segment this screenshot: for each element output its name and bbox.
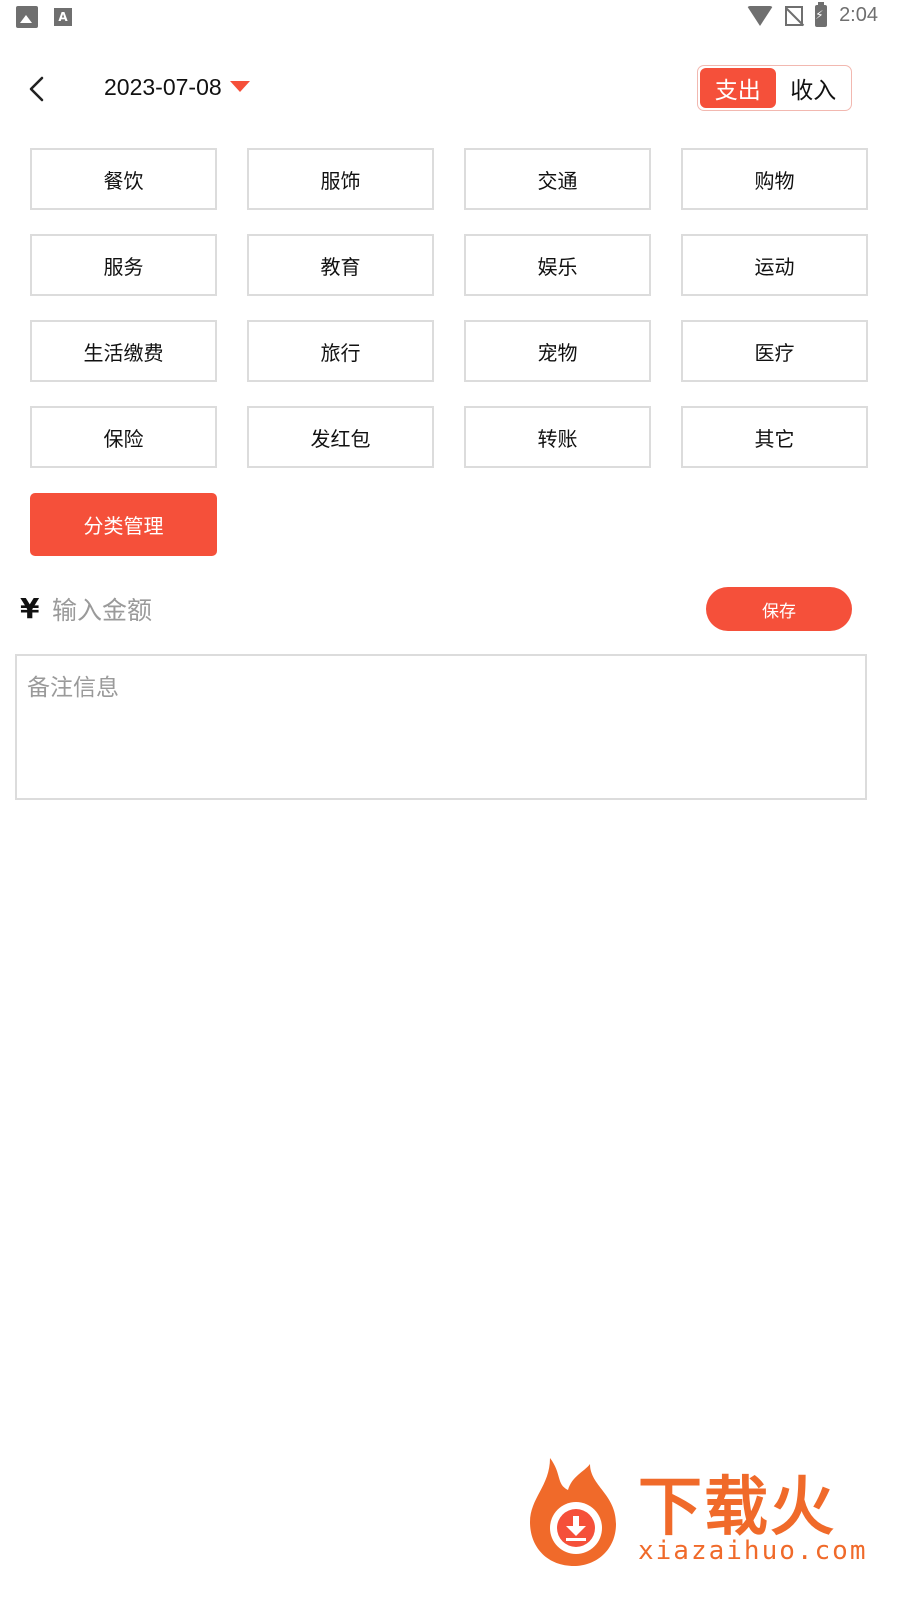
header: 2023-07-08 支出 收入	[0, 60, 900, 120]
note-field[interactable]	[15, 654, 867, 800]
category-button[interactable]: 教育	[247, 234, 434, 296]
date-text: 2023-07-08	[104, 74, 222, 100]
toggle-expense[interactable]: 支出	[700, 68, 776, 108]
category-button[interactable]: 服务	[30, 234, 217, 296]
yen-icon: ¥	[20, 592, 40, 625]
category-button[interactable]: 餐饮	[30, 148, 217, 210]
chevron-left-icon	[29, 76, 44, 102]
category-button[interactable]: 转账	[464, 406, 651, 468]
category-button[interactable]: 运动	[681, 234, 868, 296]
status-time: 2:04	[839, 4, 878, 26]
status-bar: A 2:04	[0, 0, 900, 36]
amount-input[interactable]	[52, 590, 472, 630]
status-bar-right: 2:04	[747, 1, 878, 27]
category-button[interactable]: 宠物	[464, 320, 651, 382]
no-sim-icon	[785, 5, 804, 26]
category-button[interactable]: 医疗	[681, 320, 868, 382]
image-icon	[16, 6, 38, 28]
category-grid: 餐饮 服饰 交通 购物 服务 教育 娱乐 运动 生活缴费 旅行 宠物 医疗 保险…	[30, 148, 868, 468]
category-button[interactable]: 购物	[681, 148, 868, 210]
font-a-icon: A	[54, 8, 72, 26]
flame-logo-icon	[530, 1458, 616, 1566]
save-button[interactable]: 保存	[706, 587, 852, 631]
category-button[interactable]: 保险	[30, 406, 217, 468]
back-button[interactable]	[22, 74, 52, 104]
watermark-logo: 下载火 xiazaihuo.com	[520, 1450, 890, 1580]
app-screen: A 2:04 2023-07-08 支出 收入 餐饮 服饰 交通 购物 服务	[0, 0, 900, 1600]
type-toggle: 支出 收入	[697, 65, 852, 111]
status-bar-left: A	[16, 6, 72, 28]
category-button[interactable]: 娱乐	[464, 234, 651, 296]
battery-charging-icon	[815, 1, 828, 27]
watermark-brand: 下载火	[638, 1471, 836, 1545]
category-button[interactable]: 发红包	[247, 406, 434, 468]
category-button[interactable]: 旅行	[247, 320, 434, 382]
watermark-domain: xiazaihuo.com	[638, 1536, 868, 1566]
toggle-income[interactable]: 收入	[776, 66, 852, 110]
date-picker[interactable]: 2023-07-08	[104, 74, 250, 101]
manage-categories-button[interactable]: 分类管理	[30, 493, 217, 556]
wifi-icon	[747, 5, 774, 26]
category-button[interactable]: 生活缴费	[30, 320, 217, 382]
caret-down-icon	[229, 81, 250, 92]
category-button[interactable]: 交通	[464, 148, 651, 210]
category-button[interactable]: 其它	[681, 406, 868, 468]
category-button[interactable]: 服饰	[247, 148, 434, 210]
